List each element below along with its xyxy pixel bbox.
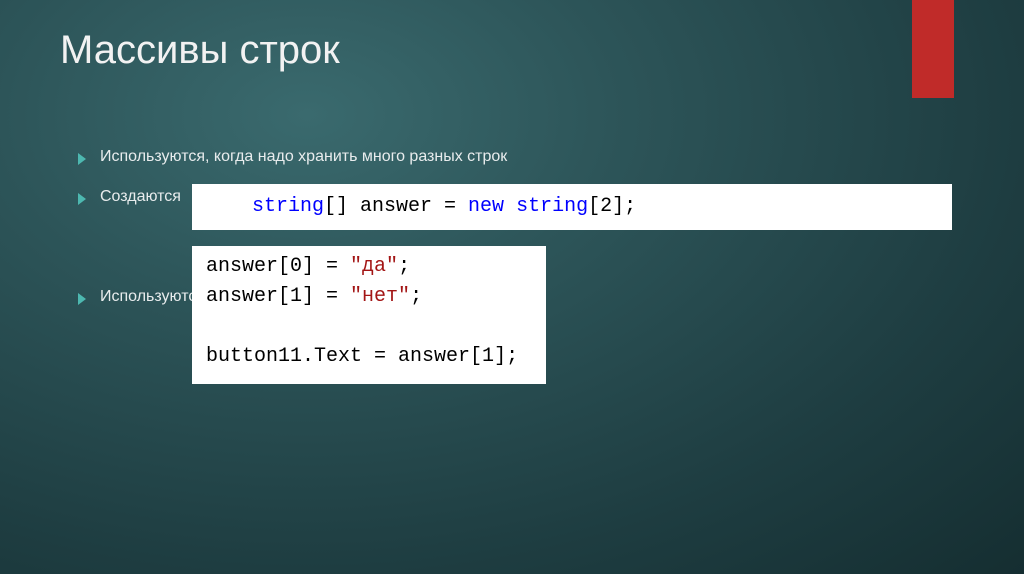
chevron-right-icon — [78, 153, 86, 165]
bullet-text-1: Используются, когда надо хранить много р… — [100, 148, 507, 166]
bullet-row-3: Используются: answer[0] = "да"; answer[1… — [78, 288, 958, 306]
accent-bar — [912, 0, 954, 98]
string-literal: "нет" — [350, 285, 410, 308]
bullet-row-2: Создаются string[] answer = new string[2… — [78, 188, 958, 206]
number-literal: 1 — [290, 285, 302, 308]
code-text: [ — [588, 195, 600, 218]
number-literal: 1 — [482, 345, 494, 368]
bullet-row-1: Используются, когда надо хранить много р… — [78, 148, 958, 166]
keyword: string — [516, 195, 588, 218]
code-text — [504, 195, 516, 218]
string-literal: "да" — [350, 255, 398, 278]
code-snippet-usage: answer[0] = "да"; answer[1] = "нет"; but… — [192, 246, 546, 384]
slide-title: Массивы строк — [60, 28, 340, 73]
code-text: ; — [410, 285, 422, 308]
code-text: ]; — [494, 345, 518, 368]
code-text: answer[ — [206, 255, 290, 278]
code-text: ] = — [302, 255, 350, 278]
code-snippet-declaration: string[] answer = new string[2]; — [192, 184, 952, 230]
chevron-right-icon — [78, 293, 86, 305]
code-text: ]; — [612, 195, 636, 218]
keyword: new — [468, 195, 504, 218]
content-area: Используются, когда надо хранить много р… — [78, 148, 958, 306]
number-literal: 0 — [290, 255, 302, 278]
code-text: ; — [398, 255, 410, 278]
code-text: ] = — [302, 285, 350, 308]
code-text: answer[ — [206, 285, 290, 308]
chevron-right-icon — [78, 193, 86, 205]
code-text: [] answer = — [324, 195, 468, 218]
bullet-text-2: Создаются — [100, 188, 181, 206]
number-literal: 2 — [600, 195, 612, 218]
code-text: button11.Text = answer[ — [206, 345, 482, 368]
keyword: string — [252, 195, 324, 218]
